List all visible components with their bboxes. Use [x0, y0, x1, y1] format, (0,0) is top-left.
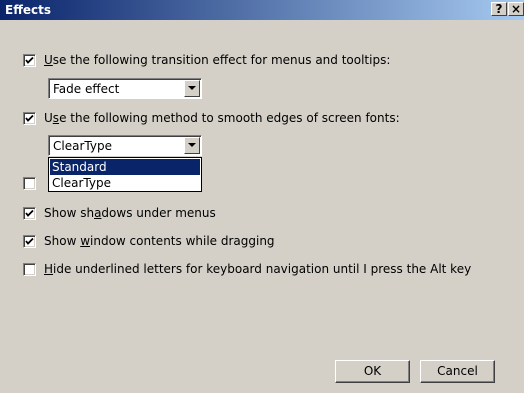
font-smoothing-checkbox[interactable]	[23, 111, 36, 125]
window-drag-option[interactable]: Show window contents while dragging	[23, 233, 275, 249]
hide-underlines-label: Hide underlined letters for keyboard nav…	[44, 262, 472, 276]
window-drag-label: Show window contents while dragging	[44, 234, 275, 248]
menu-shadows-label: Show shadows under menus	[44, 206, 216, 220]
font-smoothing-value: ClearType	[53, 139, 112, 153]
help-button[interactable]: ?	[491, 2, 507, 16]
font-smoothing-label: Use the following method to smooth edges…	[44, 111, 400, 125]
checkmark-icon	[25, 56, 34, 64]
chevron-down-icon	[188, 86, 196, 90]
font-smoothing-dropdown-list[interactable]: Standard ClearType	[48, 157, 202, 192]
window-drag-checkbox[interactable]	[23, 234, 36, 248]
title-bar[interactable]: Effects ? ×	[0, 0, 524, 20]
chevron-down-icon	[188, 143, 196, 147]
checkmark-icon	[25, 237, 34, 245]
font-smoothing-option[interactable]: Use the following method to smooth edges…	[23, 110, 400, 126]
dropdown-option-standard[interactable]: Standard	[50, 159, 200, 175]
combo-dropdown-button[interactable]	[184, 137, 200, 154]
transition-effect-value: Fade effect	[53, 82, 120, 96]
menu-shadows-option[interactable]: Show shadows under menus	[23, 205, 216, 221]
transition-effect-label: Use the following transition effect for …	[44, 53, 391, 67]
effects-dialog: Effects ? × Use the following transition…	[0, 0, 524, 393]
transition-effect-option[interactable]: Use the following transition effect for …	[23, 52, 390, 68]
transition-effect-combo[interactable]: Fade effect	[48, 78, 202, 99]
transition-effect-checkbox[interactable]	[23, 53, 36, 67]
checkmark-icon	[25, 114, 34, 122]
hide-underlines-checkbox[interactable]	[23, 262, 36, 276]
dialog-title: Effects	[5, 3, 52, 17]
cancel-button[interactable]: Cancel	[420, 360, 495, 383]
dropdown-option-cleartype[interactable]: ClearType	[50, 175, 200, 191]
obscured-option[interactable]	[23, 175, 36, 191]
menu-shadows-checkbox[interactable]	[23, 206, 36, 220]
ok-button[interactable]: OK	[335, 360, 410, 383]
hide-underlines-option[interactable]: Hide underlined letters for keyboard nav…	[23, 261, 471, 277]
close-button[interactable]: ×	[508, 2, 524, 16]
obscured-checkbox[interactable]	[23, 176, 36, 190]
combo-dropdown-button[interactable]	[184, 80, 200, 97]
font-smoothing-combo[interactable]: ClearType	[48, 135, 202, 156]
checkmark-icon	[25, 209, 34, 217]
